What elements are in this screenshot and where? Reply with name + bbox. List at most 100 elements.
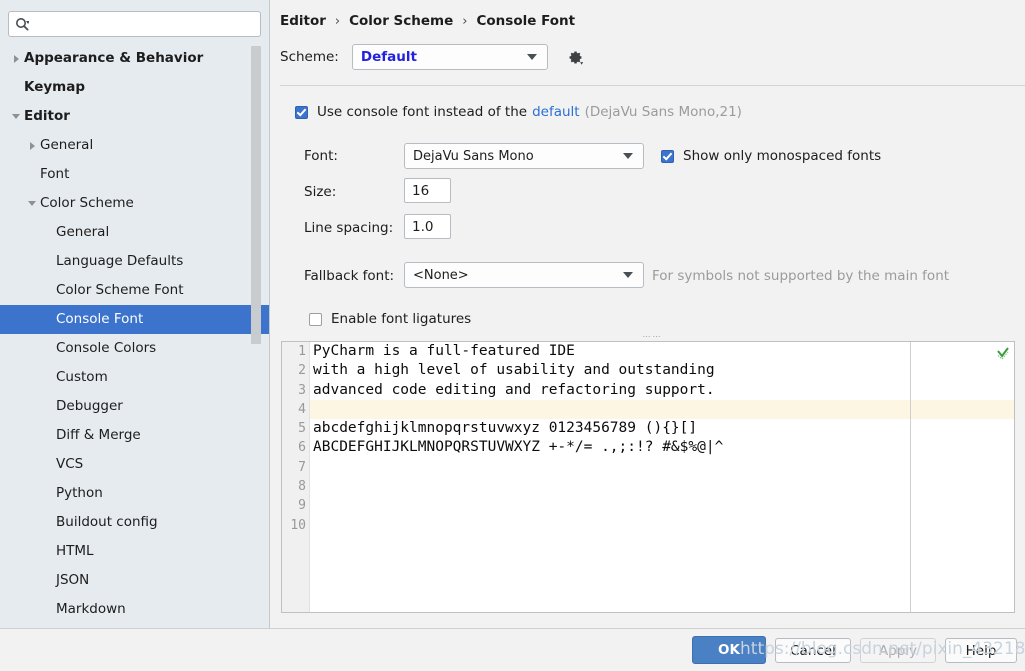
sidebar-item-buildout-config[interactable]: Buildout config: [0, 508, 269, 537]
line-number-gutter: 1 2 3 4 5 6 7 8 9 10: [282, 342, 310, 612]
fallback-font-select[interactable]: <None>: [404, 262, 644, 288]
search-box[interactable]: [8, 11, 261, 37]
sidebar-item-diff-merge[interactable]: Diff & Merge: [0, 421, 269, 450]
sidebar-item-label: VCS: [56, 456, 84, 472]
sidebar-item-markdown[interactable]: Markdown: [0, 595, 269, 624]
apply-button[interactable]: Apply: [860, 638, 936, 663]
gear-icon[interactable]: [566, 47, 586, 67]
sidebar-item-language-defaults[interactable]: Language Defaults: [0, 247, 269, 276]
scheme-row: Scheme: Default: [280, 44, 586, 70]
sidebar-scrollbar[interactable]: [251, 46, 261, 344]
line-number: 10: [290, 517, 306, 533]
sidebar-item-console-colors[interactable]: Console Colors: [0, 334, 269, 363]
default-font-link[interactable]: default: [532, 104, 580, 120]
chevron-down-icon[interactable]: [24, 189, 40, 218]
sidebar-item-label: Appearance & Behavior: [24, 50, 204, 66]
sidebar-item-label: Editor: [24, 108, 70, 124]
sidebar-item-keymap[interactable]: Keymap: [0, 73, 269, 102]
font-preview-editor[interactable]: 1 2 3 4 5 6 7 8 9 10 PyCharm is a full-featured I…: [281, 341, 1015, 613]
search-input[interactable]: [35, 14, 250, 34]
code-line: advanced code editing and refactoring su…: [313, 381, 715, 398]
preview-splitter[interactable]: ⋯⋯: [280, 333, 1025, 341]
ok-button[interactable]: OK: [692, 636, 766, 664]
enable-font-ligatures-row[interactable]: Enable font ligatures: [309, 311, 471, 327]
sidebar-item-label: HTML: [56, 543, 94, 559]
size-input[interactable]: 16: [404, 178, 451, 203]
breadcrumb-part[interactable]: Editor: [280, 13, 326, 29]
sidebar-item-editor[interactable]: Editor: [0, 102, 269, 131]
chevron-right-icon[interactable]: [8, 44, 24, 73]
chevron-down-icon[interactable]: [8, 102, 24, 131]
sidebar-item-general[interactable]: General: [0, 218, 269, 247]
line-spacing-label: Line spacing:: [304, 220, 394, 236]
sidebar-item-appearance-behavior[interactable]: Appearance & Behavior: [0, 44, 269, 73]
sidebar-item-color-scheme-font[interactable]: Color Scheme Font: [0, 276, 269, 305]
fallback-font-hint: For symbols not supported by the main fo…: [652, 268, 950, 284]
chevron-right-icon[interactable]: [24, 131, 40, 160]
breadcrumb-part[interactable]: Console Font: [476, 13, 575, 29]
breadcrumb-separator: ›: [462, 13, 468, 29]
sidebar-item-label: Keymap: [24, 79, 86, 95]
sidebar-item-color-scheme[interactable]: Color Scheme: [0, 189, 269, 218]
sidebar-item-json[interactable]: JSON: [0, 566, 269, 595]
settings-sidebar: Appearance & Behavior Keymap Editor General…: [0, 0, 270, 628]
sidebar-item-label: Python: [56, 485, 103, 501]
sidebar-item-label: JSON: [56, 572, 90, 588]
sidebar-item-label: Console Font: [56, 311, 144, 327]
code-line: abcdefghijklmnopqrstuvwxyz 0123456789 ()…: [313, 420, 698, 437]
line-number: 2: [298, 363, 306, 379]
sidebar-item-custom[interactable]: Custom: [0, 363, 269, 392]
sidebar-item-font[interactable]: Font: [0, 160, 269, 189]
size-value: 16: [412, 182, 430, 199]
help-button[interactable]: Help: [945, 638, 1017, 663]
use-console-font-row[interactable]: Use console font instead of the default …: [295, 104, 742, 120]
settings-tree[interactable]: Appearance & Behavior Keymap Editor General…: [0, 44, 269, 628]
sidebar-item-label: General: [40, 137, 94, 153]
sidebar-item-label: Buildout config: [56, 514, 158, 530]
chevron-down-icon: [623, 153, 633, 159]
sidebar-item-label: Custom: [56, 369, 108, 385]
enable-font-ligatures-checkbox[interactable]: [309, 312, 322, 326]
font-select[interactable]: DejaVu Sans Mono: [404, 143, 644, 169]
show-only-monospaced-checkbox[interactable]: [661, 149, 674, 163]
line-spacing-value: 1.0: [412, 218, 434, 235]
sidebar-item-html[interactable]: HTML: [0, 537, 269, 566]
search-icon: [9, 17, 35, 31]
breadcrumb-separator: ›: [334, 13, 341, 29]
code-line: ABCDEFGHIJKLMNOPQRSTUVWXYZ +-*/= .,;:!? …: [313, 439, 724, 456]
use-console-font-checkbox[interactable]: [295, 105, 308, 119]
code-line: with a high level of usability and outst…: [313, 362, 715, 379]
scheme-select[interactable]: Default: [351, 44, 548, 70]
right-margin-rule: [910, 342, 911, 612]
sidebar-item-python[interactable]: Python: [0, 479, 269, 508]
line-number: 6: [298, 440, 306, 456]
show-only-monospaced-label: Show only monospaced fonts: [683, 148, 882, 164]
splitter-handle-icon: ⋯⋯: [642, 332, 663, 341]
sidebar-item-vcs[interactable]: VCS: [0, 450, 269, 479]
sidebar-item-label: Diff & Merge: [56, 427, 141, 443]
show-only-monospaced-row[interactable]: Show only monospaced fonts: [661, 148, 881, 164]
breadcrumb-part[interactable]: Color Scheme: [349, 13, 453, 29]
use-console-font-label: Use console font instead of the: [317, 104, 528, 120]
preview-code[interactable]: PyCharm is a full-featured IDE with a hig…: [311, 342, 1014, 612]
size-label: Size:: [304, 184, 337, 200]
line-spacing-input[interactable]: 1.0: [404, 214, 451, 239]
breadcrumb: Editor › Color Scheme › Console Font: [280, 13, 575, 29]
sidebar-item-debugger[interactable]: Debugger: [0, 392, 269, 421]
cancel-button[interactable]: Cancel: [775, 638, 851, 663]
sidebar-item-console-font[interactable]: Console Font: [0, 305, 269, 334]
line-number: 1: [298, 344, 306, 359]
sidebar-item-label: Font: [40, 166, 70, 182]
sidebar-item-general[interactable]: General: [0, 131, 269, 160]
